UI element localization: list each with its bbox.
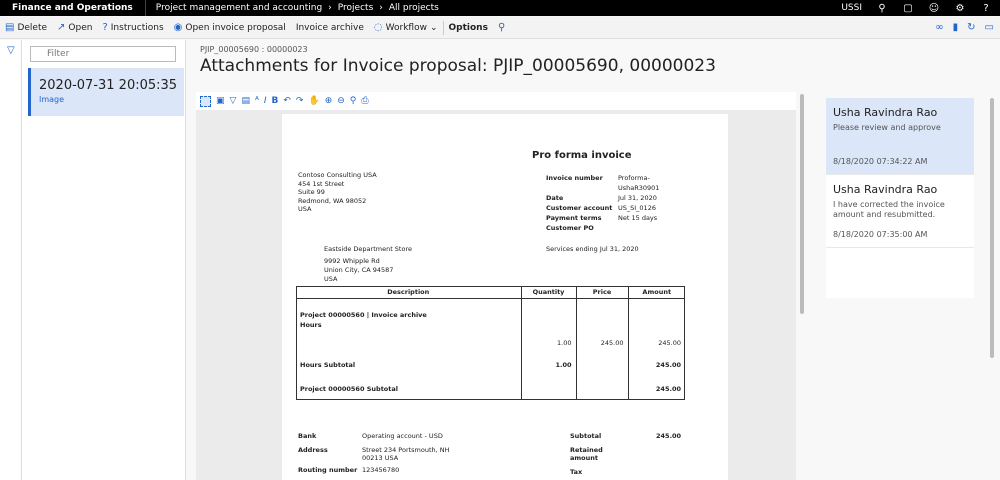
note-icon[interactable]: ▤ [241, 96, 250, 106]
link-icon[interactable]: ∞ [935, 22, 943, 33]
col-price: Price [575, 286, 628, 299]
question-icon: ? [102, 22, 108, 33]
note-text: Please review and approve [833, 123, 941, 132]
filter-input[interactable] [30, 46, 176, 62]
filter-icon[interactable]: ▽ [230, 96, 237, 106]
subtotal-value: 245.00 [656, 432, 682, 440]
funnel-icon: ▽ [7, 45, 15, 56]
image-viewer: ▣ ▽ ▤ ᴬ I B ↶ ↷ ✋ ⊕ ⊖ ⚲ ⎙ Pro forma invo… [196, 92, 796, 480]
attachment-list: ⚲ 2020-07-31 20:05:35 Image [22, 40, 186, 480]
notes-panel: Usha Ravindra Rao Please review and appr… [826, 98, 974, 298]
page-title: Attachments for Invoice proposal: PJIP_0… [200, 56, 716, 76]
select-icon[interactable] [200, 95, 211, 107]
workflow-icon: ◌ [373, 22, 383, 33]
instructions-button[interactable]: ? Instructions [97, 17, 168, 39]
breadcrumb-projects[interactable]: Projects [338, 3, 373, 13]
zoom-fit-icon[interactable]: ⚲ [350, 96, 357, 106]
breadcrumb: Project management and accounting › Proj… [146, 3, 443, 13]
main-content: PJIP_00005690 : 00000023 Attachments for… [186, 40, 1000, 480]
invoice-heading: Pro forma invoice [532, 150, 632, 161]
breadcrumb-all-projects[interactable]: All projects [389, 3, 439, 13]
subtotal-label: Subtotal [570, 432, 602, 440]
print-icon[interactable]: ⎙ [361, 96, 368, 106]
action-search-button[interactable]: ⚲ [493, 17, 510, 39]
refresh-icon[interactable]: ↻ [967, 22, 975, 33]
table-row: Project 00000560 | Invoice archive Hours [296, 298, 685, 331]
help-icon[interactable]: ? [980, 2, 992, 14]
open-invoice-proposal-button[interactable]: ◉ Open invoice proposal [169, 17, 291, 39]
notes-scrollbar[interactable] [990, 98, 994, 358]
attachment-date: 2020-07-31 20:05:35 [39, 78, 178, 93]
open-button[interactable]: ↗ Open [52, 17, 97, 39]
routing-label: Routing number [298, 466, 358, 474]
col-description: Description [296, 286, 521, 299]
breadcrumb-module[interactable]: Project management and accounting [156, 3, 322, 13]
table-row: 1.00 245.00 245.00 [296, 331, 685, 353]
trash-icon: ▤ [5, 22, 15, 33]
invoice-lines-table: Description Quantity Price Amount Projec… [296, 286, 685, 399]
invoice-meta-values: Proforma- UshaR30901 Jul 31, 2020 US_SI_… [618, 174, 660, 222]
address-label: Address [298, 446, 328, 454]
note-timestamp: 8/18/2020 07:35:00 AM [833, 230, 928, 239]
note-card[interactable]: Usha Ravindra Rao Please review and appr… [826, 98, 974, 175]
list-item[interactable]: 2020-07-31 20:05:35 Image [28, 68, 184, 116]
record-caption: PJIP_00005690 : 00000023 [200, 45, 308, 54]
bold-icon[interactable]: B [272, 96, 279, 106]
note-text: I have corrected the invoice amount and … [833, 200, 945, 219]
zoom-in-icon[interactable]: ⊕ [325, 96, 333, 106]
search-icon: ⚲ [497, 22, 506, 33]
sender-address: Contoso Consulting USA 454 1st Street Su… [298, 171, 377, 213]
office-icon[interactable]: ▮ [953, 22, 959, 33]
routing-value: 123456780 [362, 466, 400, 474]
attachment-type: Image [39, 95, 65, 104]
pan-icon[interactable]: ✋ [308, 96, 319, 106]
invoice-archive-button[interactable]: Invoice archive [291, 17, 369, 39]
note-author: Usha Ravindra Rao [833, 106, 938, 119]
italic-icon[interactable]: I [264, 96, 267, 106]
note-card[interactable]: Usha Ravindra Rao I have corrected the i… [826, 175, 974, 248]
retained-label: Retained amount [570, 446, 603, 462]
services-period: Services ending Jul 31, 2020 [546, 245, 639, 253]
gear-icon[interactable]: ⚙ [954, 2, 966, 14]
delete-button[interactable]: ▤ Delete [0, 17, 52, 39]
undo-icon[interactable]: ↶ [283, 96, 291, 106]
message-icon[interactable]: ▢ [902, 2, 914, 14]
zoom-out-icon[interactable]: ⊖ [337, 96, 345, 106]
company-picker[interactable]: USSI [841, 3, 862, 13]
viewer-toolbar: ▣ ▽ ▤ ᴬ I B ↶ ↷ ✋ ⊕ ⊖ ⚲ ⎙ [196, 92, 796, 110]
note-timestamp: 8/18/2020 07:34:22 AM [833, 157, 928, 166]
invoice-image: Pro forma invoice Contoso Consulting USA… [282, 114, 728, 480]
search-icon[interactable]: ⚲ [876, 2, 888, 14]
smiley-icon[interactable]: ☺ [928, 2, 940, 14]
table-row: Project 00000560 Subtotal 245.00 [296, 375, 685, 399]
top-nav-bar: Finance and Operations Project managemen… [0, 0, 1000, 16]
col-amount: Amount [627, 286, 685, 299]
filter-pane-toggle[interactable]: ▽ [0, 40, 22, 480]
open-arrow-icon: ↗ [57, 22, 66, 33]
action-pane: ▤ Delete ↗ Open ? Instructions ◉ Open invoic… [0, 17, 1000, 39]
address-value: Street 234 Portsmouth, NH 00213 USA [362, 446, 450, 462]
col-quantity: Quantity [520, 286, 576, 299]
save-icon[interactable]: ▣ [216, 96, 225, 106]
app-name[interactable]: Finance and Operations [0, 0, 146, 16]
table-row: Hours Subtotal 1.00 245.00 [296, 353, 685, 375]
bank-label: Bank [298, 432, 317, 440]
text-icon[interactable]: ᴬ [255, 96, 259, 106]
chevron-right-icon: › [379, 3, 383, 13]
viewer-scrollbar[interactable] [800, 94, 804, 314]
chevron-right-icon: › [328, 3, 332, 13]
eye-icon: ◉ [173, 22, 183, 33]
invoice-meta-labels: Invoice number Date Customer account Pay… [546, 174, 613, 232]
chevron-down-icon: ⌄ [429, 22, 438, 33]
recipient-address: Eastside Department Store 9992 Whipple R… [324, 245, 412, 283]
redo-icon[interactable]: ↷ [296, 96, 304, 106]
popout-icon[interactable]: ▭ [985, 22, 994, 33]
workflow-button[interactable]: ◌ Workflow ⌄ [369, 17, 443, 39]
bank-value: Operating account - USD [362, 432, 443, 440]
tax-label: Tax [570, 468, 583, 476]
note-author: Usha Ravindra Rao [833, 183, 938, 196]
options-button[interactable]: Options [444, 17, 493, 39]
